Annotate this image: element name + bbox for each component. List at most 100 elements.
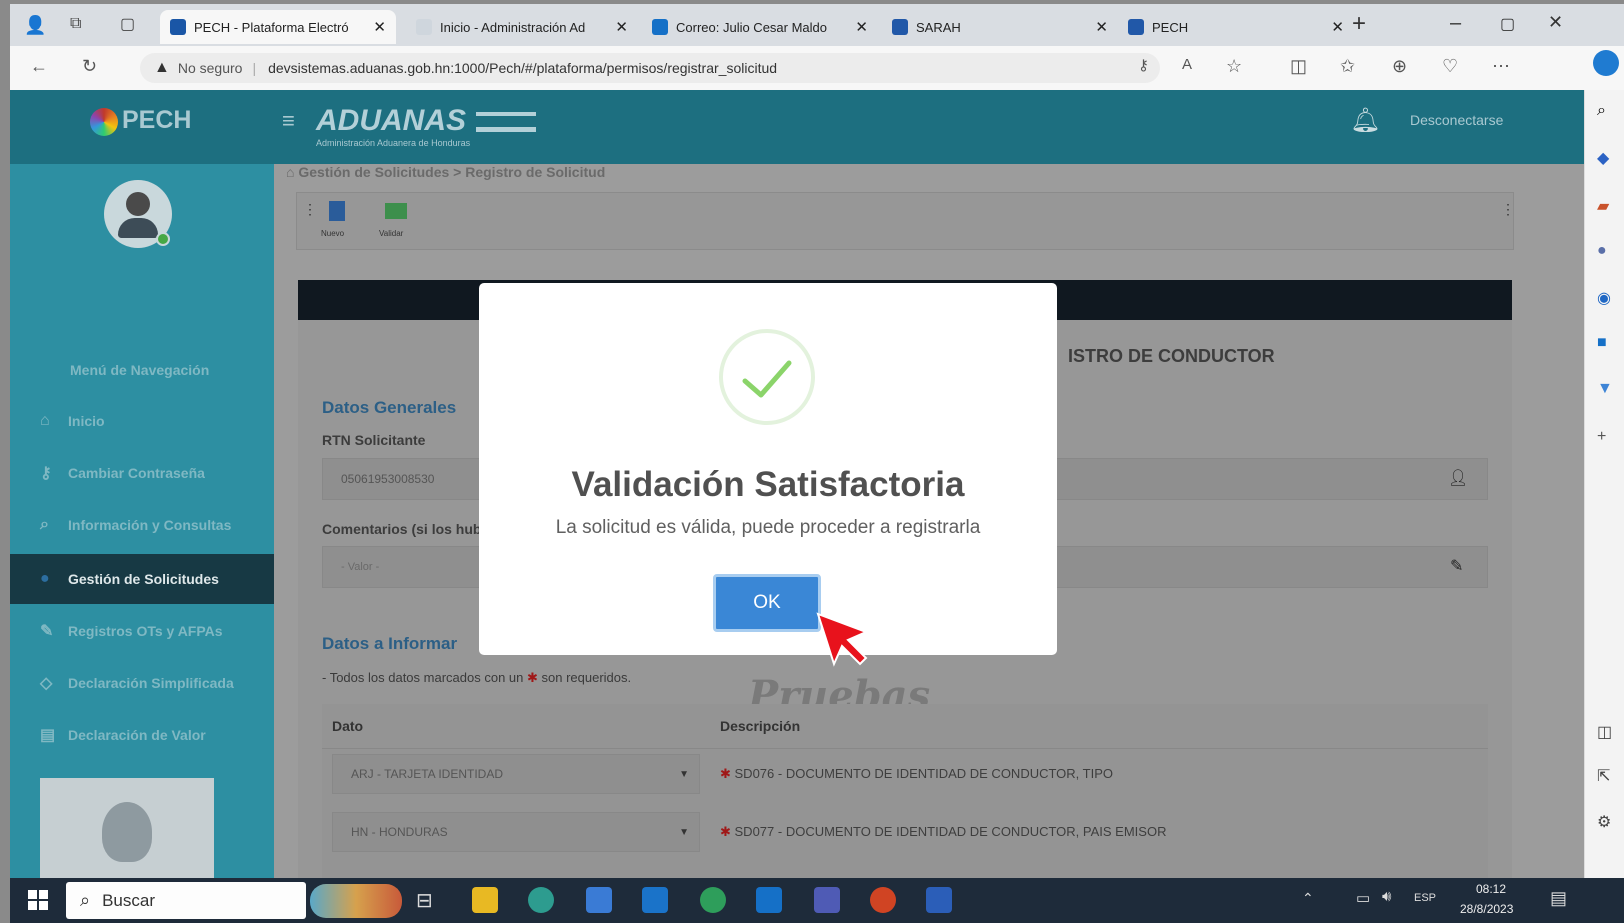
edge-icon[interactable] bbox=[528, 887, 554, 913]
split-screen-icon[interactable]: ◫ bbox=[1290, 56, 1307, 77]
read-aloud-icon[interactable]: A bbox=[1182, 56, 1192, 73]
tab-pech-platform[interactable]: PECH - Plataforma Electró ✕ bbox=[160, 10, 396, 44]
ok-button[interactable]: OK bbox=[713, 574, 821, 632]
dato-select[interactable]: HN - HONDURAS ▼ bbox=[332, 812, 700, 852]
mail-icon[interactable] bbox=[642, 887, 668, 913]
dropdown-arrow-icon: ▼ bbox=[679, 768, 689, 780]
close-tab-icon[interactable]: ✕ bbox=[615, 18, 628, 36]
menu-toggle-icon[interactable]: ≡ bbox=[282, 108, 295, 134]
key-icon: ⚷ bbox=[40, 465, 52, 482]
volume-icon[interactable]: 🔊︎ bbox=[1382, 888, 1391, 905]
tab-actions-icon[interactable]: ▢ bbox=[120, 14, 135, 34]
logout-link[interactable]: Desconectarse bbox=[1410, 112, 1503, 128]
pech-logo-icon bbox=[90, 108, 118, 136]
table-header-dato: Dato bbox=[332, 718, 364, 734]
file-explorer-icon[interactable] bbox=[472, 887, 498, 913]
sidebar-item-inicio[interactable]: ⌂ Inicio bbox=[10, 396, 274, 446]
data-table: Dato Descripción ARJ - TARJETA IDENTIDAD… bbox=[322, 704, 1488, 878]
new-tab-button[interactable]: + bbox=[1352, 10, 1366, 38]
powerpoint-icon[interactable] bbox=[870, 887, 896, 913]
network-icon[interactable]: ▭ bbox=[1356, 889, 1370, 907]
minimize-icon[interactable]: – bbox=[1450, 12, 1461, 35]
url-field[interactable]: ▲ No seguro | devsistemas.aduanas.gob.hn… bbox=[140, 53, 1160, 83]
show-hidden-icons[interactable]: ⌃ bbox=[1302, 890, 1314, 907]
bing-icon[interactable] bbox=[1593, 50, 1619, 76]
word-icon[interactable] bbox=[926, 887, 952, 913]
tab-correo[interactable]: Correo: Julio Cesar Maldo ✕ bbox=[642, 10, 878, 44]
dato-select[interactable]: ARJ - TARJETA IDENTIDAD ▼ bbox=[332, 754, 700, 794]
home-icon: ⌂ bbox=[286, 164, 299, 180]
close-tab-icon[interactable]: ✕ bbox=[1331, 18, 1344, 36]
document-icon bbox=[329, 201, 345, 221]
url-text: devsistemas.aduanas.gob.hn:1000/Pech/#/p… bbox=[268, 60, 778, 76]
success-dialog: Validación Satisfactoria La solicitud es… bbox=[479, 283, 1057, 655]
teams-icon[interactable] bbox=[814, 887, 840, 913]
asterisk-icon: ✱ bbox=[720, 766, 735, 781]
person-icon[interactable]: ● bbox=[1597, 242, 1607, 260]
office-icon[interactable]: ◉ bbox=[1597, 288, 1611, 308]
close-tab-icon[interactable]: ✕ bbox=[855, 18, 868, 36]
settings-icon[interactable]: ⚙ bbox=[1597, 812, 1611, 832]
table-row: ✱ SD076 - DOCUMENTO DE IDENTIDAD DE COND… bbox=[720, 766, 1113, 782]
drag-handle-icon: ⋮ bbox=[1501, 201, 1515, 217]
back-icon[interactable]: ← bbox=[30, 56, 48, 77]
user-body-icon bbox=[118, 218, 158, 238]
briefcase-icon[interactable]: ▰ bbox=[1597, 196, 1609, 216]
close-window-icon[interactable]: ✕ bbox=[1548, 12, 1563, 33]
clock-time[interactable]: 08:12 bbox=[1476, 882, 1506, 896]
sidebar-item-declaracion-valor[interactable]: ▤ Declaración de Valor bbox=[10, 710, 274, 760]
drop-icon[interactable]: ▼ bbox=[1597, 380, 1613, 398]
new-label: Nuevo bbox=[321, 229, 345, 238]
close-tab-icon[interactable]: ✕ bbox=[1095, 18, 1108, 36]
sidebar-item-informacion[interactable]: ⌕ Información y Consultas bbox=[10, 500, 274, 550]
avatar[interactable] bbox=[104, 180, 172, 248]
sidebar-item-cambiar-contrasena[interactable]: ⚷ Cambiar Contraseña bbox=[10, 448, 274, 498]
drag-handle-icon: ⋮ bbox=[303, 201, 317, 217]
coat-of-arms-logo bbox=[40, 778, 214, 878]
weather-widget-icon[interactable] bbox=[310, 884, 402, 918]
favorite-star-icon[interactable]: ☆ bbox=[1226, 56, 1242, 77]
sidebar-item-registros[interactable]: ✎ Registros OTs y AFPAs bbox=[10, 606, 274, 656]
user-icon[interactable]: 👤︎ bbox=[1448, 468, 1468, 488]
sidebar-item-gestion-solicitudes[interactable]: ● Gestión de Solicitudes bbox=[10, 554, 274, 604]
language-indicator[interactable]: ESP bbox=[1414, 892, 1436, 904]
close-tab-icon[interactable]: ✕ bbox=[373, 18, 386, 36]
tab-pech[interactable]: PECH ✕ bbox=[1118, 10, 1354, 44]
outlook-icon[interactable]: ■ bbox=[1597, 334, 1607, 352]
clock-date[interactable]: 28/8/2023 bbox=[1460, 902, 1513, 916]
extensions-icon[interactable]: ♡ bbox=[1442, 56, 1458, 77]
profile-icon[interactable]: 👤 bbox=[24, 15, 46, 36]
search-icon[interactable]: ⌕ bbox=[1597, 102, 1606, 120]
edit-icon[interactable]: ✎ bbox=[1450, 556, 1463, 576]
outlook-icon[interactable] bbox=[756, 887, 782, 913]
tab-inicio-administracion[interactable]: Inicio - Administración Ad ✕ bbox=[406, 10, 638, 44]
tab-title: SARAH bbox=[916, 19, 961, 35]
add-icon[interactable]: + bbox=[1597, 428, 1606, 446]
reload-icon[interactable]: ↻ bbox=[82, 56, 97, 77]
dialog-message: La solicitud es válida, puede proceder a… bbox=[555, 517, 981, 538]
collections-icon[interactable]: ⊕ bbox=[1392, 56, 1407, 77]
rtn-value: 05061953008530 bbox=[341, 472, 435, 486]
tag-icon[interactable]: ◆ bbox=[1597, 148, 1609, 168]
taskbar-search[interactable]: ⌕ Buscar bbox=[66, 882, 306, 919]
dato-value: HN - HONDURAS bbox=[351, 825, 448, 839]
windows-start-icon[interactable] bbox=[28, 890, 48, 910]
tab-sarah[interactable]: SARAH ✕ bbox=[882, 10, 1118, 44]
favorites-icon[interactable]: ✩ bbox=[1340, 56, 1355, 77]
workspaces-icon[interactable]: ⧉ bbox=[70, 15, 81, 33]
task-view-icon[interactable]: ⊟ bbox=[416, 888, 433, 913]
maximize-icon[interactable]: ▢ bbox=[1500, 14, 1515, 34]
search-icon: ⌕ bbox=[40, 516, 49, 533]
more-icon[interactable]: ⋯ bbox=[1492, 56, 1510, 77]
notification-center-icon[interactable]: ▤ bbox=[1550, 888, 1567, 909]
chrome-icon[interactable] bbox=[700, 887, 726, 913]
validate-button[interactable]: Validar bbox=[377, 199, 417, 245]
sidebar-toggle-icon[interactable]: ◫ bbox=[1597, 722, 1612, 742]
external-link-icon[interactable]: ⇱ bbox=[1597, 766, 1610, 786]
new-button[interactable]: Nuevo bbox=[321, 199, 361, 245]
key-icon[interactable]: ⚷ bbox=[1138, 56, 1149, 74]
notification-bell-icon[interactable]: 🔔︎ bbox=[1350, 106, 1380, 135]
store-icon[interactable] bbox=[586, 887, 612, 913]
sidebar-item-declaracion-simplificada[interactable]: ◇ Declaración Simplificada bbox=[10, 658, 274, 708]
table-header-descripcion: Descripción bbox=[720, 718, 801, 734]
